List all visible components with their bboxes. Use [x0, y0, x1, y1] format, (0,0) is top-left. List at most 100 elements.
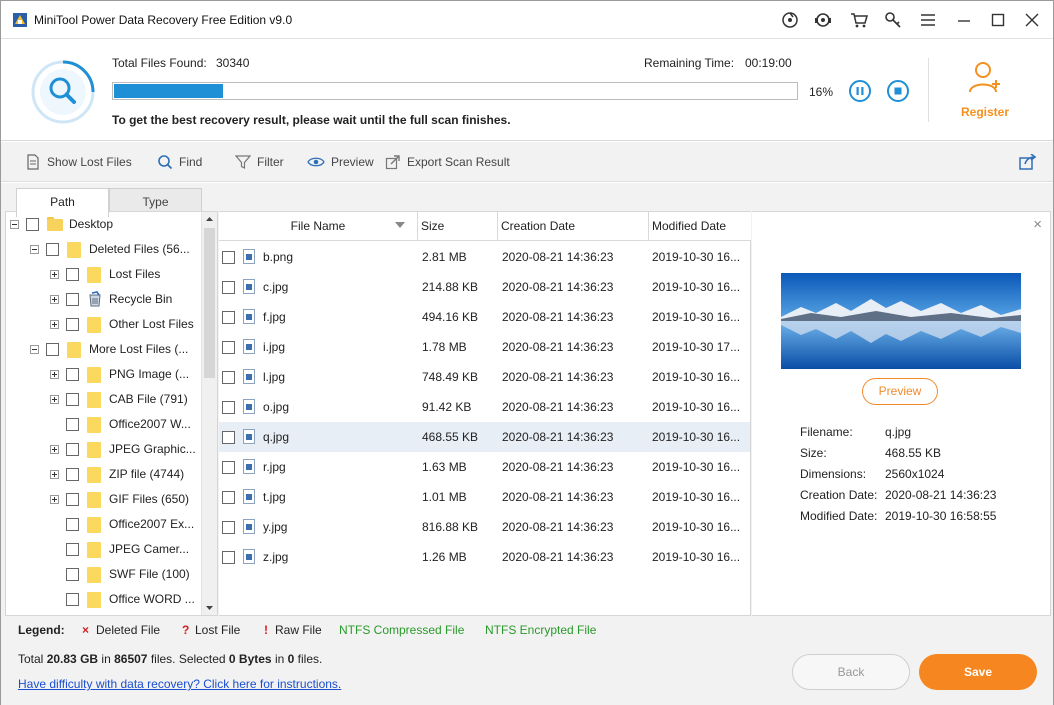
tree-item[interactable]: More Lost Files (... [30, 339, 188, 359]
collapse-icon[interactable] [30, 244, 39, 254]
close-preview-icon[interactable]: × [1033, 216, 1042, 233]
file-row[interactable]: z.jpg 1.26 MB 2020-08-21 14:36:23 2019-10-3… [219, 542, 750, 572]
back-button[interactable]: Back [792, 654, 910, 690]
stop-button[interactable] [887, 80, 909, 102]
file-checkbox[interactable] [222, 341, 235, 354]
file-row[interactable]: q.jpg 468.55 KB 2020-08-21 14:36:23 2019-10… [219, 422, 750, 452]
export-scan-result-button[interactable]: Export Scan Result [385, 153, 510, 171]
tree-item[interactable]: Office2007 W... [50, 414, 191, 434]
tree-checkbox[interactable] [66, 417, 79, 431]
maximize-icon[interactable] [986, 9, 1010, 31]
tree-checkbox[interactable] [66, 442, 79, 456]
tree-checkbox[interactable] [66, 392, 79, 406]
file-checkbox[interactable] [222, 521, 235, 534]
file-checkbox[interactable] [222, 461, 235, 474]
column-header-creation-date[interactable]: Creation Date [498, 212, 649, 241]
tree-checkbox[interactable] [66, 367, 79, 381]
scroll-up-icon[interactable] [205, 215, 214, 223]
menu-icon[interactable] [916, 9, 940, 31]
file-checkbox[interactable] [222, 371, 235, 384]
tree-item[interactable]: GIF Files (650) [50, 489, 189, 509]
tree-scrollbar[interactable] [201, 212, 217, 615]
expand-icon[interactable] [50, 269, 59, 279]
tree-checkbox[interactable] [66, 592, 79, 606]
tree-checkbox[interactable] [66, 542, 79, 556]
tree-item[interactable]: Other Lost Files [50, 314, 194, 334]
filter-button[interactable]: Filter [235, 153, 284, 171]
preview-toolbar-button[interactable]: Preview [307, 153, 374, 171]
tree-checkbox[interactable] [26, 217, 39, 231]
selected-files-text: files. [297, 652, 323, 666]
file-checkbox[interactable] [222, 251, 235, 264]
collapse-icon[interactable] [30, 344, 39, 354]
file-row[interactable]: l.jpg 748.49 KB 2020-08-21 14:36:23 2019-10… [219, 362, 750, 392]
file-row[interactable]: c.jpg 214.88 KB 2020-08-21 14:36:23 2019-10… [219, 272, 750, 302]
expand-icon[interactable] [50, 369, 59, 379]
column-header-size[interactable]: Size [418, 212, 498, 241]
file-checkbox[interactable] [222, 431, 235, 444]
register-user-icon[interactable] [966, 60, 1002, 96]
tree-checkbox[interactable] [66, 567, 79, 581]
file-row[interactable]: y.jpg 816.88 KB 2020-08-21 14:36:23 2019-10… [219, 512, 750, 542]
file-checkbox[interactable] [222, 401, 235, 414]
tree-item[interactable]: CAB File (791) [50, 389, 188, 409]
share-icon[interactable] [1019, 154, 1037, 170]
tree-item[interactable]: ZIP file (4744) [50, 464, 184, 484]
scroll-down-icon[interactable] [205, 604, 214, 612]
tree-item[interactable]: JPEG Graphic... [50, 439, 196, 459]
expand-icon[interactable] [50, 444, 59, 454]
tab-path[interactable]: Path [16, 188, 109, 217]
tree-checkbox[interactable] [66, 492, 79, 506]
support-icon[interactable] [811, 9, 835, 31]
tree-checkbox[interactable] [46, 242, 59, 256]
register-link[interactable]: Register [961, 105, 1009, 119]
expand-icon[interactable] [50, 294, 59, 304]
tree-item[interactable]: Office WORD ... [50, 589, 195, 609]
file-row[interactable]: o.jpg 91.42 KB 2020-08-21 14:36:23 2019-10-… [219, 392, 750, 422]
tree-checkbox[interactable] [66, 467, 79, 481]
cart-icon[interactable] [847, 9, 871, 31]
close-icon[interactable] [1020, 9, 1044, 31]
tree-item[interactable]: Desktop [10, 214, 113, 234]
file-row[interactable]: f.jpg 494.16 KB 2020-08-21 14:36:23 2019-10… [219, 302, 750, 332]
file-checkbox[interactable] [222, 491, 235, 504]
tree-item[interactable]: Lost Files [50, 264, 160, 284]
show-lost-files-button[interactable]: Show Lost Files [25, 153, 132, 171]
tree-checkbox[interactable] [66, 317, 79, 331]
find-button[interactable]: Find [157, 153, 202, 171]
tree-checkbox[interactable] [66, 517, 79, 531]
media-icon[interactable] [778, 9, 802, 31]
key-icon[interactable] [881, 9, 905, 31]
column-header-filename[interactable]: File Name [219, 212, 418, 241]
expand-icon[interactable] [50, 469, 59, 479]
column-header-modified-date[interactable]: Modified Date [649, 212, 751, 241]
tree-item[interactable]: Office2007 Ex... [50, 514, 194, 534]
pause-button[interactable] [849, 80, 871, 102]
tree-item[interactable]: Recycle Bin [50, 289, 172, 309]
expand-icon[interactable] [50, 394, 59, 404]
file-checkbox[interactable] [222, 311, 235, 324]
collapse-icon[interactable] [10, 219, 19, 229]
file-size: 1.78 MB [422, 340, 467, 354]
expand-icon[interactable] [50, 319, 59, 329]
tree-item[interactable]: JPEG Camer... [50, 539, 189, 559]
tree-checkbox[interactable] [66, 292, 79, 306]
tree-scroll-thumb[interactable] [204, 228, 215, 378]
preview-button[interactable]: Preview [862, 378, 938, 405]
tree-item[interactable]: Deleted Files (56... [30, 239, 190, 259]
file-row[interactable]: r.jpg 1.63 MB 2020-08-21 14:36:23 2019-10-3… [219, 452, 750, 482]
help-link[interactable]: Have difficulty with data recovery? Clic… [18, 677, 341, 691]
file-created: 2020-08-21 14:36:23 [502, 250, 614, 264]
expand-icon[interactable] [50, 494, 59, 504]
minimize-icon[interactable] [952, 9, 976, 31]
file-row[interactable]: i.jpg 1.78 MB 2020-08-21 14:36:23 2019-10-3… [219, 332, 750, 362]
file-checkbox[interactable] [222, 551, 235, 564]
file-row[interactable]: b.png 2.81 MB 2020-08-21 14:36:23 2019-10-3… [219, 242, 750, 272]
tree-item[interactable]: PNG Image (... [50, 364, 189, 384]
tree-checkbox[interactable] [66, 267, 79, 281]
tree-checkbox[interactable] [46, 342, 59, 356]
save-button[interactable]: Save [919, 654, 1037, 690]
file-checkbox[interactable] [222, 281, 235, 294]
tree-item[interactable]: SWF File (100) [50, 564, 190, 584]
file-row[interactable]: t.jpg 1.01 MB 2020-08-21 14:36:23 2019-10-3… [219, 482, 750, 512]
